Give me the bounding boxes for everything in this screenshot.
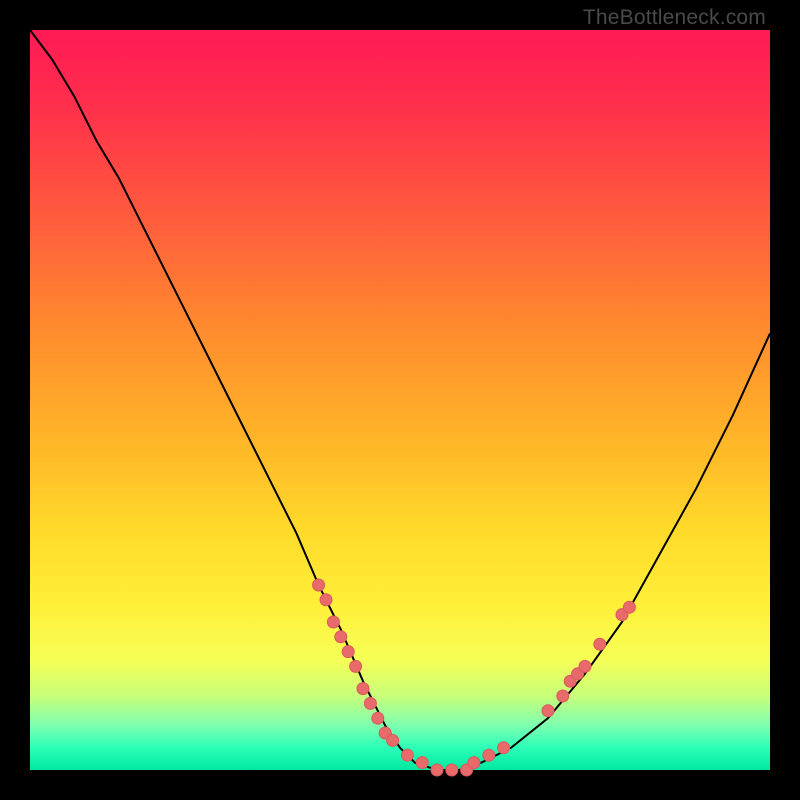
curve-marker <box>431 764 443 776</box>
plot-area <box>30 30 770 770</box>
curve-marker <box>357 683 369 695</box>
curve-marker <box>350 660 362 672</box>
curve-marker <box>446 764 458 776</box>
curve-marker <box>335 631 347 643</box>
bottleneck-curve <box>30 30 770 770</box>
curve-marker <box>372 712 384 724</box>
curve-marker <box>468 757 480 769</box>
curve-marker <box>320 594 332 606</box>
watermark-text: TheBottleneck.com <box>583 6 766 30</box>
curve-marker <box>498 742 510 754</box>
chart-frame: TheBottleneck.com <box>0 0 800 800</box>
curve-svg <box>30 30 770 770</box>
curve-marker <box>387 734 399 746</box>
curve-marker <box>623 601 635 613</box>
curve-marker <box>416 757 428 769</box>
curve-marker <box>342 646 354 658</box>
curve-marker <box>557 690 569 702</box>
curve-marker <box>313 579 325 591</box>
curve-marker <box>542 705 554 717</box>
curve-marker <box>364 697 376 709</box>
curve-marker <box>483 749 495 761</box>
curve-marker <box>327 616 339 628</box>
curve-marker <box>594 638 606 650</box>
curve-marker <box>579 660 591 672</box>
curve-marker <box>401 749 413 761</box>
